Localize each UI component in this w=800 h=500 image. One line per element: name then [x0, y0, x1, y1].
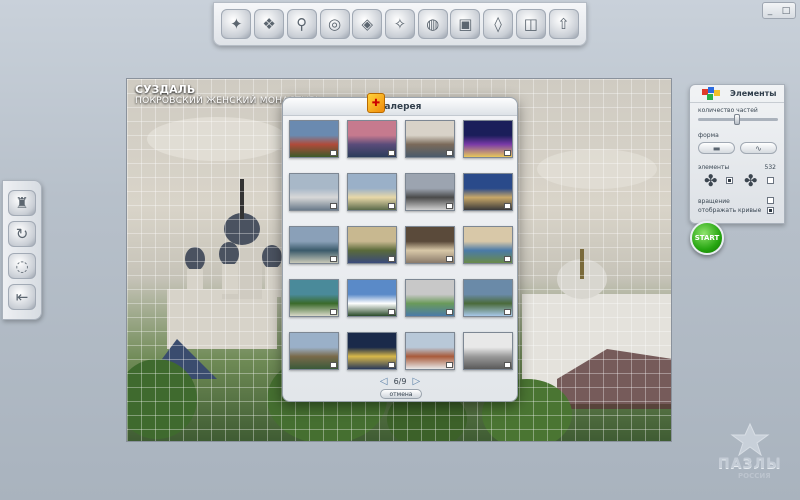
- window-controls: _ □: [762, 2, 796, 19]
- thumbnail-badge-icon: [504, 362, 511, 368]
- stack-icon[interactable]: ❖: [254, 9, 285, 39]
- gallery-thumbnail[interactable]: [347, 226, 397, 264]
- ring-icon[interactable]: ◌: [8, 252, 36, 279]
- bag-icon[interactable]: ▣: [450, 9, 481, 39]
- shape-label: форма: [698, 132, 719, 139]
- gallery-header: ✚ Галерея: [283, 93, 517, 116]
- elements-panel-header: Элементы: [690, 85, 784, 103]
- thumbnail-badge-icon: [388, 256, 395, 262]
- brand-logo: ПАЗЛЫ РОССИЯ: [700, 420, 796, 486]
- left-toolbar: ♜ ↻ ◌ ⇤: [2, 180, 42, 320]
- gallery-thumbnail[interactable]: [289, 173, 339, 211]
- thumbnail-badge-icon: [388, 309, 395, 315]
- rotation-label: вращение: [698, 198, 730, 205]
- thumbnail-badge-icon: [330, 309, 337, 315]
- scatter-icon[interactable]: ✦: [221, 9, 252, 39]
- brand-name: ПАЗЛЫ: [718, 456, 782, 472]
- gallery-thumbnail[interactable]: [405, 279, 455, 317]
- gallery-thumbnail[interactable]: [405, 173, 455, 211]
- piece-shape-2-checkbox[interactable]: [767, 177, 774, 184]
- gallery-thumbnail[interactable]: [347, 120, 397, 158]
- cancel-button[interactable]: отмена: [380, 389, 422, 399]
- gallery-thumbnail[interactable]: [463, 173, 513, 211]
- thumbnail-badge-icon: [446, 203, 453, 209]
- next-page-icon[interactable]: ▷: [412, 376, 420, 387]
- gallery-title: Галерея: [378, 101, 422, 112]
- curves-checkbox[interactable]: [767, 207, 774, 214]
- gallery-thumbnail[interactable]: [405, 226, 455, 264]
- gallery-thumbnail[interactable]: [347, 279, 397, 317]
- gallery-thumbnail[interactable]: [463, 120, 513, 158]
- box-icon[interactable]: ◈: [352, 9, 383, 39]
- thumbnail-badge-icon: [330, 362, 337, 368]
- thumbnail-badge-icon: [330, 256, 337, 262]
- thumbnail-badge-icon: [504, 256, 511, 262]
- gallery-thumbnail[interactable]: [347, 173, 397, 211]
- thumbnail-badge-icon: [330, 203, 337, 209]
- thumbnail-badge-icon: [504, 203, 511, 209]
- pieces-label: элементы: [698, 164, 730, 171]
- piece-shape-icon: ✤: [704, 171, 718, 190]
- gallery-thumbnail[interactable]: [289, 226, 339, 264]
- thumbnail-badge-icon: [388, 362, 395, 368]
- puzzle-logo-icon: [702, 87, 720, 100]
- count-slider-thumb[interactable]: [734, 114, 740, 125]
- pin-icon[interactable]: ⚲: [286, 9, 317, 39]
- count-label: количество частей: [698, 107, 758, 114]
- upload-icon[interactable]: ⇧: [548, 9, 579, 39]
- gallery-thumbnail[interactable]: [405, 332, 455, 370]
- gallery-dialog: ✚ Галерея ◁ 6/9 ▷ отмена: [282, 93, 518, 402]
- brand-sub: РОССИЯ: [738, 472, 771, 480]
- prev-page-icon[interactable]: ◁: [380, 376, 388, 387]
- shape-straight-button[interactable]: ▬: [698, 142, 735, 154]
- page-indicator: 6/9: [393, 377, 407, 386]
- tool-icon[interactable]: ✧: [384, 9, 415, 39]
- thumbnail-badge-icon: [504, 309, 511, 315]
- maximize-button[interactable]: □: [782, 6, 791, 16]
- gallery-thumbnail[interactable]: [463, 332, 513, 370]
- gallery-grid: [289, 120, 513, 370]
- gallery-thumbnail[interactable]: [405, 120, 455, 158]
- brand-star-icon: [730, 422, 770, 456]
- photo-icon[interactable]: ◫: [515, 9, 546, 39]
- pieces-count: 532: [764, 164, 776, 171]
- board-title: СУЗДАЛЬ: [135, 83, 196, 96]
- minimize-button[interactable]: _: [768, 6, 773, 16]
- thumbnail-badge-icon: [446, 362, 453, 368]
- thumbnail-badge-icon: [504, 150, 511, 156]
- shape-curved-button[interactable]: ∿: [740, 142, 777, 154]
- gallery-thumbnail[interactable]: [289, 120, 339, 158]
- thumbnail-badge-icon: [446, 309, 453, 315]
- gallery-thumbnail[interactable]: [289, 279, 339, 317]
- gallery-thumbnail[interactable]: [347, 332, 397, 370]
- thumbnail-badge-icon: [446, 150, 453, 156]
- start-button[interactable]: START: [690, 221, 724, 255]
- top-toolbar: ✦ ❖ ⚲ ◎ ◈ ✧ ◍ ▣ ◊ ◫ ⇧: [213, 2, 587, 46]
- thumbnail-badge-icon: [388, 150, 395, 156]
- disc-icon[interactable]: ◎: [319, 9, 350, 39]
- rotation-checkbox[interactable]: [767, 197, 774, 204]
- rotate-icon[interactable]: ↻: [8, 221, 36, 248]
- figure-icon[interactable]: ♜: [8, 189, 36, 216]
- thumbnail-badge-icon: [388, 203, 395, 209]
- elements-title: Элементы: [730, 89, 777, 98]
- piece-shape-1-checkbox[interactable]: [726, 177, 733, 184]
- back-arrow-icon[interactable]: ⇤: [8, 284, 36, 311]
- gallery-thumbnail[interactable]: [463, 226, 513, 264]
- globe-icon[interactable]: ◍: [417, 9, 448, 39]
- gallery-thumbnail[interactable]: [463, 279, 513, 317]
- thumbnail-badge-icon: [330, 150, 337, 156]
- gallery-pager: ◁ 6/9 ▷: [283, 376, 517, 387]
- cup-icon[interactable]: ◊: [483, 9, 514, 39]
- piece-shape-2-icon: ✤: [744, 171, 758, 190]
- gallery-puzzle-icon: ✚: [367, 93, 385, 113]
- gallery-thumbnail[interactable]: [289, 332, 339, 370]
- elements-panel: Элементы количество частей форма ▬ ∿ эле…: [689, 84, 785, 224]
- thumbnail-badge-icon: [446, 256, 453, 262]
- curves-label: отображать кривые: [698, 207, 762, 214]
